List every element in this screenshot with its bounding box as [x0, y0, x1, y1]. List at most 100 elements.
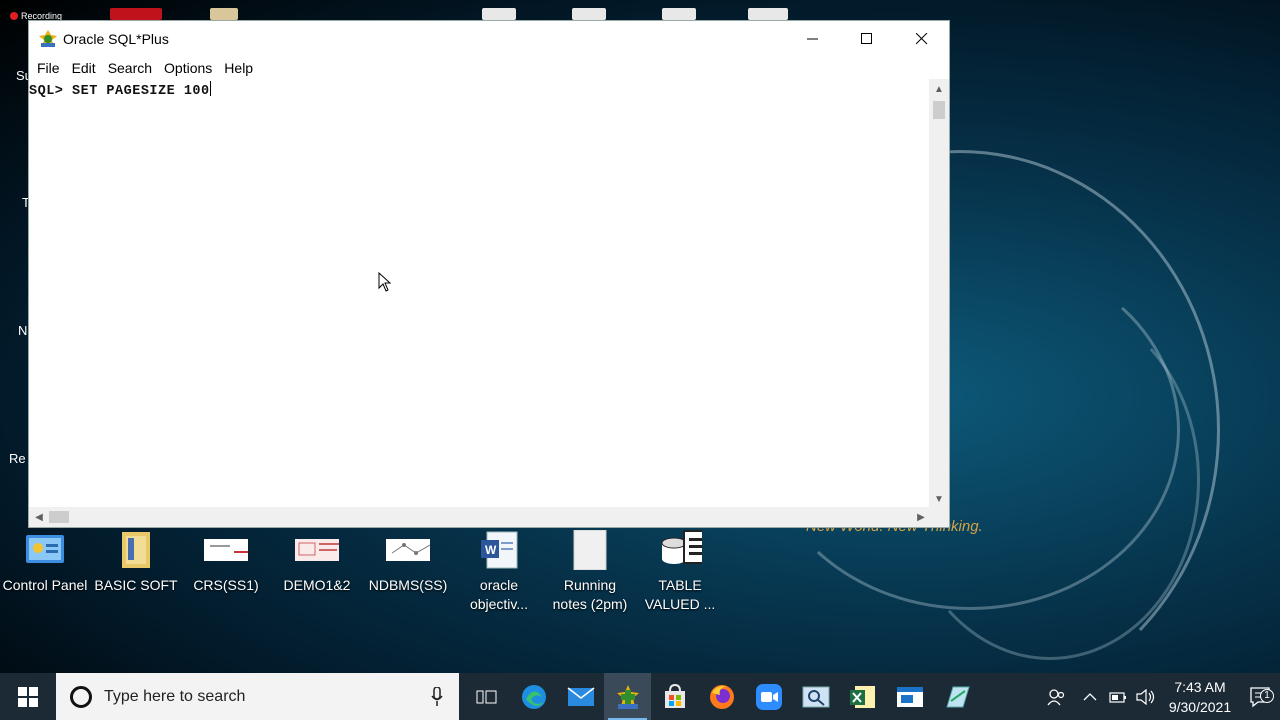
menu-help[interactable]: Help — [220, 60, 261, 76]
people-icon — [1047, 688, 1065, 705]
document-thumbnail-icon — [295, 530, 339, 570]
icon-label: oracle objectiv... — [469, 577, 529, 612]
folder-icon — [114, 530, 158, 570]
horizontal-scroll-thumb[interactable] — [49, 511, 69, 523]
taskbar-notepad[interactable] — [933, 673, 980, 720]
firefox-icon — [709, 684, 734, 709]
menu-options[interactable]: Options — [160, 60, 220, 76]
sqlplus-taskbar-icon — [616, 684, 639, 709]
scroll-right-arrow-icon[interactable]: ▶ — [913, 509, 929, 525]
desktop-icon-control-panel[interactable]: Control Panel — [0, 530, 90, 595]
zoom-icon — [755, 683, 782, 710]
icon-label: Control Panel — [2, 577, 88, 593]
minimize-icon — [807, 38, 818, 40]
volume-button[interactable] — [1132, 688, 1160, 705]
magnifier-window-icon — [802, 686, 829, 707]
console-line: SQL> SET PAGESIZE 100 — [29, 84, 210, 99]
text-file-icon — [568, 530, 612, 570]
document-thumbnail-icon — [386, 530, 430, 570]
cortana-icon — [70, 685, 92, 708]
partial-desktop-icon — [748, 8, 788, 20]
taskbar-sqlplus[interactable] — [604, 673, 651, 720]
scroll-up-arrow-icon[interactable]: ▲ — [931, 81, 947, 97]
svg-text:W: W — [485, 543, 497, 557]
edge-browser-icon — [521, 684, 546, 709]
desktop-icon-basic-soft[interactable]: BASIC SOFT — [91, 530, 181, 595]
desktop-icon-demo[interactable]: DEMO1&2 — [272, 530, 362, 595]
partial-desktop-icon — [482, 8, 516, 20]
window-title: Oracle SQL*Plus — [63, 31, 169, 47]
mouse-pointer-icon — [378, 272, 392, 292]
menu-search[interactable]: Search — [104, 60, 160, 76]
horizontal-scrollbar[interactable]: ◀ ▶ — [29, 507, 931, 527]
battery-icon — [1109, 691, 1126, 703]
taskbar-search-app[interactable] — [792, 673, 839, 720]
maximize-button[interactable] — [840, 21, 894, 57]
store-icon — [664, 683, 685, 708]
vertical-scroll-thumb[interactable] — [933, 101, 945, 119]
sqlplus-window[interactable]: Oracle SQL*Plus File Edit Search Options… — [28, 20, 950, 528]
scroll-down-arrow-icon[interactable]: ▼ — [931, 491, 947, 507]
show-hidden-icons-button[interactable] — [1076, 692, 1104, 702]
desktop-icon-ndbms[interactable]: NDBMS(SS) — [363, 530, 453, 595]
excel-icon — [849, 685, 875, 708]
scrollbar-corner — [929, 507, 949, 527]
icon-label: CRS(SS1) — [193, 577, 259, 593]
windows-logo-icon — [18, 686, 38, 707]
start-button[interactable] — [0, 673, 56, 720]
menu-edit[interactable]: Edit — [68, 60, 104, 76]
taskbar-search-box[interactable]: Type here to search — [56, 673, 459, 720]
partial-icon-label: Re — [9, 451, 26, 466]
task-view-button[interactable] — [463, 673, 510, 720]
taskbar: Type here to search 7:43 AM 9/30/2021 1 — [0, 673, 1280, 720]
console-output: SQL> SET PAGESIZE 100 — [29, 81, 211, 99]
maximize-icon — [861, 33, 872, 44]
partial-icon-label: N — [18, 323, 28, 338]
desktop-icon-table-valued[interactable]: TABLE VALUED ... — [635, 530, 725, 614]
sqlplus-app-icon — [39, 30, 57, 47]
desktop-icon-oracle-objective[interactable]: W oracle objectiv... — [454, 530, 544, 614]
search-placeholder: Type here to search — [104, 687, 246, 705]
task-view-icon — [476, 690, 496, 703]
console-area[interactable]: SQL> SET PAGESIZE 100 — [29, 79, 929, 509]
word-document-icon: W — [477, 530, 521, 570]
menu-file[interactable]: File — [33, 60, 68, 76]
taskbar-mail[interactable] — [557, 673, 604, 720]
scroll-left-arrow-icon[interactable]: ◀ — [31, 509, 47, 525]
taskbar-firefox[interactable] — [698, 673, 745, 720]
record-dot-icon — [10, 12, 18, 20]
icon-label: NDBMS(SS) — [368, 577, 448, 593]
icon-label: TABLE VALUED ... — [644, 577, 716, 612]
taskbar-window-app[interactable] — [886, 673, 933, 720]
window-app-icon — [896, 686, 923, 707]
desktop-icon-crs[interactable]: CRS(SS1) — [181, 530, 271, 595]
clock[interactable]: 7:43 AM 9/30/2021 — [1160, 677, 1240, 717]
chevron-up-icon — [1083, 692, 1097, 700]
menu-bar: File Edit Search Options Help — [29, 57, 949, 79]
taskbar-excel[interactable] — [839, 673, 886, 720]
notification-count: 1 — [1260, 688, 1274, 703]
minimize-button[interactable] — [786, 21, 840, 57]
icon-label: BASIC SOFT — [94, 577, 178, 593]
desktop-icon-running-notes[interactable]: Running notes (2pm) — [545, 530, 635, 614]
partial-desktop-icon — [662, 8, 696, 20]
speaker-icon — [1136, 688, 1155, 705]
clock-time: 7:43 AM — [1174, 678, 1226, 695]
icon-label: Running notes (2pm) — [552, 577, 628, 612]
vertical-scrollbar[interactable]: ▲ ▼ — [929, 79, 949, 509]
action-center-button[interactable]: 1 — [1240, 685, 1280, 709]
text-caret — [209, 81, 211, 96]
taskbar-edge[interactable] — [510, 673, 557, 720]
taskbar-zoom[interactable] — [745, 673, 792, 720]
title-bar[interactable]: Oracle SQL*Plus — [29, 21, 949, 57]
notepad-icon — [945, 686, 970, 707]
control-panel-icon — [23, 530, 67, 570]
taskbar-store[interactable] — [651, 673, 698, 720]
battery-button[interactable] — [1104, 690, 1132, 704]
microphone-icon[interactable] — [431, 687, 443, 707]
close-button[interactable] — [895, 21, 949, 57]
database-icon — [658, 530, 702, 570]
people-button[interactable] — [1036, 688, 1076, 706]
mail-icon — [567, 686, 594, 706]
partial-desktop-icon — [572, 8, 606, 20]
